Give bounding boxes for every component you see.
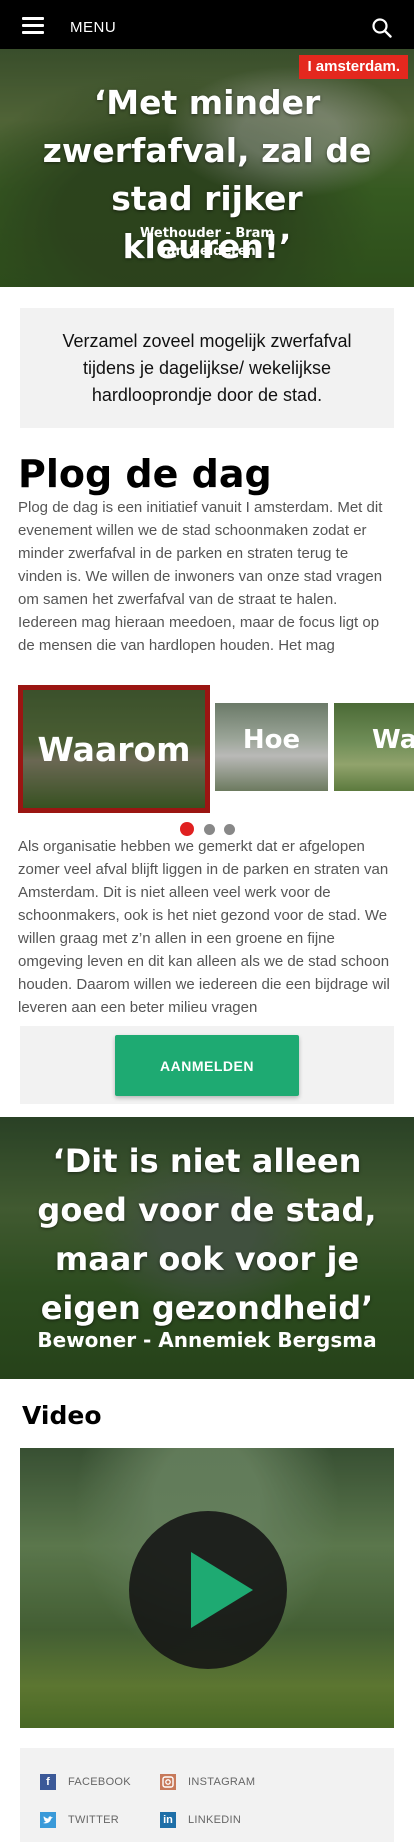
signup-button[interactable]: AANMELDEN: [115, 1035, 299, 1096]
social-label: FACEBOOK: [68, 1776, 131, 1788]
banner-attribution: Bewoner - Annemiek Bergsma: [37, 1328, 377, 1352]
social-links: f FACEBOOK INSTAGRAM TWITTER in LINKEDIN: [20, 1748, 394, 1842]
quote-banner: ‘Dit is niet alleen goed voor de stad, m…: [0, 1117, 414, 1379]
play-icon[interactable]: [129, 1511, 287, 1669]
carousel-slide-next[interactable]: Wa: [334, 703, 414, 791]
twitter-link[interactable]: TWITTER: [40, 1812, 119, 1828]
hero-banner: ‘Met minder zwerfafval, zal de stad rijk…: [0, 49, 414, 287]
twitter-icon: [40, 1812, 56, 1828]
carousel[interactable]: Waarom Hoe Wa: [0, 685, 414, 815]
intro-box: Verzamel zoveel mogelijk zwerfafval tijd…: [20, 308, 394, 428]
video-title: Video: [22, 1401, 102, 1430]
slide-label: Hoe: [242, 725, 301, 755]
hero-attribution: Wethouder - Bram van Gelderen: [140, 226, 274, 259]
facebook-link[interactable]: f FACEBOOK: [40, 1774, 131, 1790]
video-player[interactable]: [20, 1448, 394, 1728]
slide-label: Waarom: [37, 730, 191, 769]
page-title: Plog de dag: [18, 452, 272, 496]
social-label: INSTAGRAM: [188, 1776, 256, 1788]
carousel-dot-1[interactable]: [180, 822, 194, 836]
social-label: LINKEDIN: [188, 1814, 242, 1826]
facebook-icon: f: [40, 1774, 56, 1790]
carousel-slide-waarom[interactable]: Waarom: [18, 685, 210, 813]
linkedin-link[interactable]: in LINKEDIN: [160, 1812, 241, 1828]
intro-paragraph: Plog de dag is een initiatief vanuit I a…: [18, 499, 383, 654]
search-icon[interactable]: [372, 18, 392, 38]
hamburger-icon[interactable]: [22, 17, 44, 34]
instagram-icon: [160, 1774, 176, 1790]
intro-text: Verzamel zoveel mogelijk zwerfafval tijd…: [62, 330, 352, 405]
instagram-link[interactable]: INSTAGRAM: [160, 1774, 255, 1790]
banner-quote: ‘Dit is niet alleen goed voor de stad, m…: [37, 1142, 377, 1327]
linkedin-icon: in: [160, 1812, 176, 1828]
iamsterdam-logo[interactable]: I amsterdam.: [299, 55, 408, 79]
social-label: TWITTER: [68, 1814, 119, 1826]
menu-label[interactable]: MENU: [70, 19, 116, 36]
waarom-paragraph: Als organisatie hebben we gemerkt dat er…: [18, 838, 390, 1015]
carousel-dot-2[interactable]: [204, 824, 215, 835]
carousel-slide-hoe[interactable]: Hoe: [215, 703, 328, 791]
top-bar: MENU: [0, 0, 414, 49]
carousel-dot-3[interactable]: [224, 824, 235, 835]
slide-label: Wa: [372, 725, 414, 755]
